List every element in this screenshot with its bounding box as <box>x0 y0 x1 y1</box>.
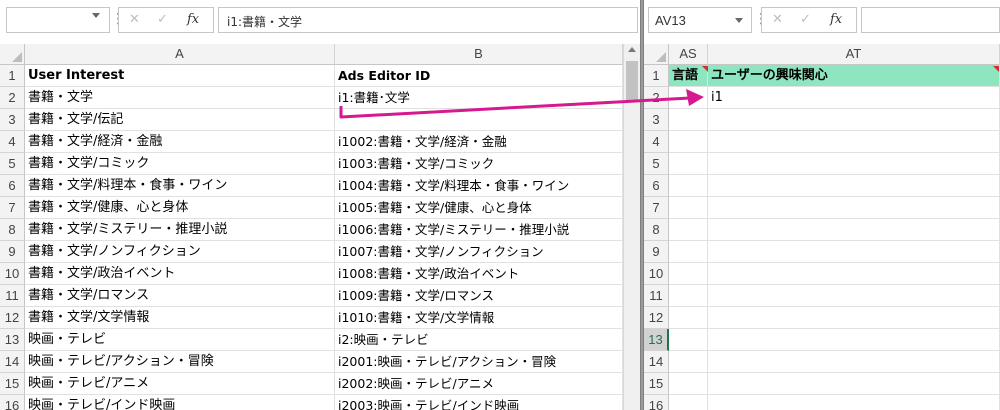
annotation-arrow <box>339 89 704 119</box>
